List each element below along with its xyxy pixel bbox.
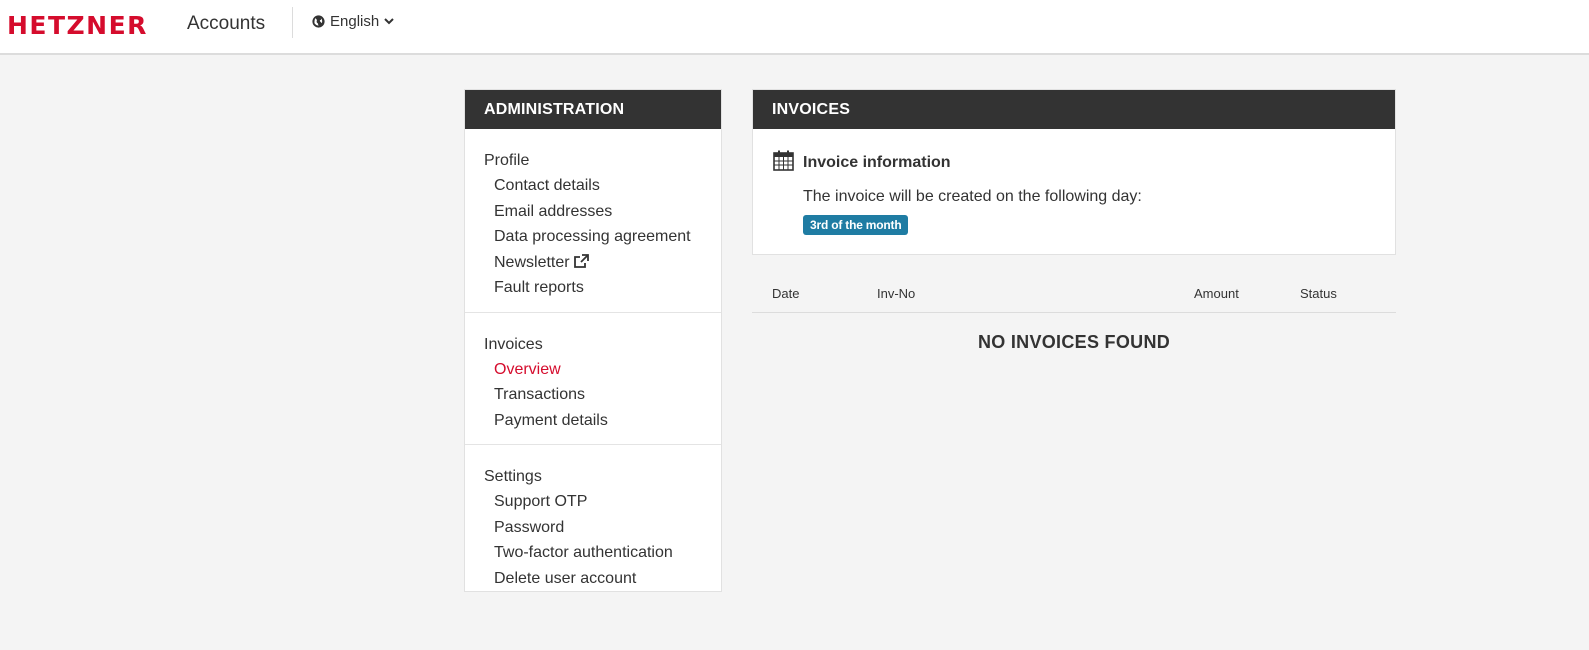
nav-item-data-processing-agreement[interactable]: Data processing agreement	[484, 226, 721, 252]
calendar-icon	[773, 150, 794, 176]
column-amount[interactable]: Amount	[1194, 286, 1239, 301]
language-selector[interactable]: English	[312, 13, 394, 30]
nav-section-profile: Profile Contact details Email addresses …	[465, 129, 721, 313]
nav-item-delete-user-account[interactable]: Delete user account	[484, 568, 721, 594]
invoice-day-badge: 3rd of the month	[803, 215, 909, 235]
nav-item-transactions[interactable]: Transactions	[484, 384, 721, 410]
nav-section-settings: Settings Support OTP Password Two-factor…	[465, 445, 721, 602]
external-link-icon	[573, 253, 590, 276]
nav-item-newsletter-label: Newsletter	[494, 253, 570, 271]
language-label: English	[330, 13, 380, 30]
invoice-info-title: Invoice information	[803, 154, 951, 171]
nav-item-support-otp[interactable]: Support OTP	[484, 491, 721, 517]
hetzner-logo[interactable]: HETZNER	[7, 11, 148, 40]
invoices-panel: INVOICES Invoice information The invoice…	[752, 89, 1396, 255]
invoices-title: INVOICES	[753, 90, 1395, 129]
top-bar: HETZNER Accounts English	[0, 0, 1589, 55]
nav-heading-settings: Settings	[484, 468, 542, 485]
nav-item-fault-reports[interactable]: Fault reports	[484, 277, 721, 303]
invoice-info-text: The invoice will be created on the follo…	[803, 188, 1142, 205]
no-invoices-message: NO INVOICES FOUND	[977, 332, 1171, 352]
administration-panel: ADMINISTRATION Profile Contact details E…	[464, 89, 722, 592]
nav-item-overview[interactable]: Overview	[484, 359, 721, 385]
nav-section-invoices: Invoices Overview Transactions Payment d…	[465, 313, 721, 445]
nav-item-contact-details[interactable]: Contact details	[484, 175, 721, 201]
nav-item-two-factor-authentication[interactable]: Two-factor authentication	[484, 542, 721, 568]
invoice-table-header: Date Inv-No Amount Status	[752, 275, 1396, 313]
column-status[interactable]: Status	[1300, 286, 1337, 301]
chevron-down-icon	[384, 18, 394, 25]
nav-item-newsletter[interactable]: Newsletter	[484, 252, 721, 278]
nav-item-password[interactable]: Password	[484, 517, 721, 543]
app-name[interactable]: Accounts	[187, 13, 265, 35]
column-date[interactable]: Date	[772, 286, 799, 301]
nav-item-email-addresses[interactable]: Email addresses	[484, 201, 721, 227]
globe-icon	[312, 15, 325, 28]
nav-item-payment-details[interactable]: Payment details	[484, 410, 721, 436]
header-divider	[292, 7, 293, 38]
invoice-info-heading: Invoice information	[773, 150, 951, 176]
administration-title: ADMINISTRATION	[465, 90, 721, 129]
nav-heading-profile: Profile	[484, 152, 530, 169]
nav-heading-invoices: Invoices	[484, 335, 543, 353]
column-inv-no[interactable]: Inv-No	[877, 286, 915, 301]
